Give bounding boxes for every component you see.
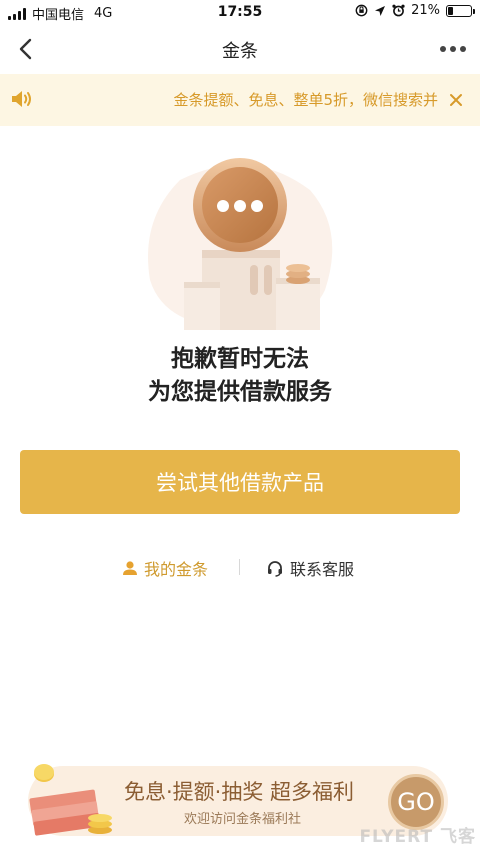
my-jintiao-label: 我的金条 <box>144 560 209 579</box>
headset-icon <box>268 561 282 577</box>
divider <box>239 559 240 575</box>
customer-service-label: 联系客服 <box>290 560 355 579</box>
location-icon <box>375 5 386 16</box>
status-right: 21% <box>355 3 475 18</box>
promo-subtitle: 欢迎访问金条福利社 <box>184 812 302 827</box>
promo-title: 免息·提额·抽奖 超多福利 <box>124 780 355 804</box>
notice-text: 金条提额、免息、整单5折，微信搜索并 <box>173 91 438 109</box>
error-message: 抱歉暂时无法 为您提供借款服务 <box>0 343 480 409</box>
error-message-line1: 抱歉暂时无法 <box>171 346 309 372</box>
nav-bar: 金条 <box>0 24 480 74</box>
alarm-icon <box>392 4 405 17</box>
battery-icon <box>446 4 475 17</box>
status-bar: 中国电信 4G 17:55 21% <box>0 0 480 24</box>
user-icon <box>123 561 137 575</box>
try-other-products-button[interactable]: 尝试其他借款产品 <box>20 450 460 514</box>
no-service-illustration <box>148 158 333 330</box>
money-stack-icon <box>29 764 112 836</box>
notice-banner[interactable]: 金条提额、免息、整单5折，微信搜索并 <box>0 74 480 126</box>
my-jintiao-link[interactable]: 我的金条 <box>122 556 208 580</box>
battery-fill <box>448 6 453 15</box>
customer-service-link[interactable]: 联系客服 <box>266 556 354 580</box>
close-icon[interactable] <box>446 90 466 110</box>
more-dots-icon[interactable] <box>438 38 468 60</box>
watermark: FLYERT 飞客 <box>359 827 476 847</box>
chevron-left-icon[interactable] <box>14 36 40 62</box>
orientation-lock-icon <box>355 4 368 17</box>
error-message-line2: 为您提供借款服务 <box>148 379 332 405</box>
speaker-icon <box>12 91 31 107</box>
bottom-links: 我的金条 联系客服 <box>0 556 480 580</box>
battery-percent: 21% <box>411 3 440 18</box>
page-title: 金条 <box>222 41 258 62</box>
